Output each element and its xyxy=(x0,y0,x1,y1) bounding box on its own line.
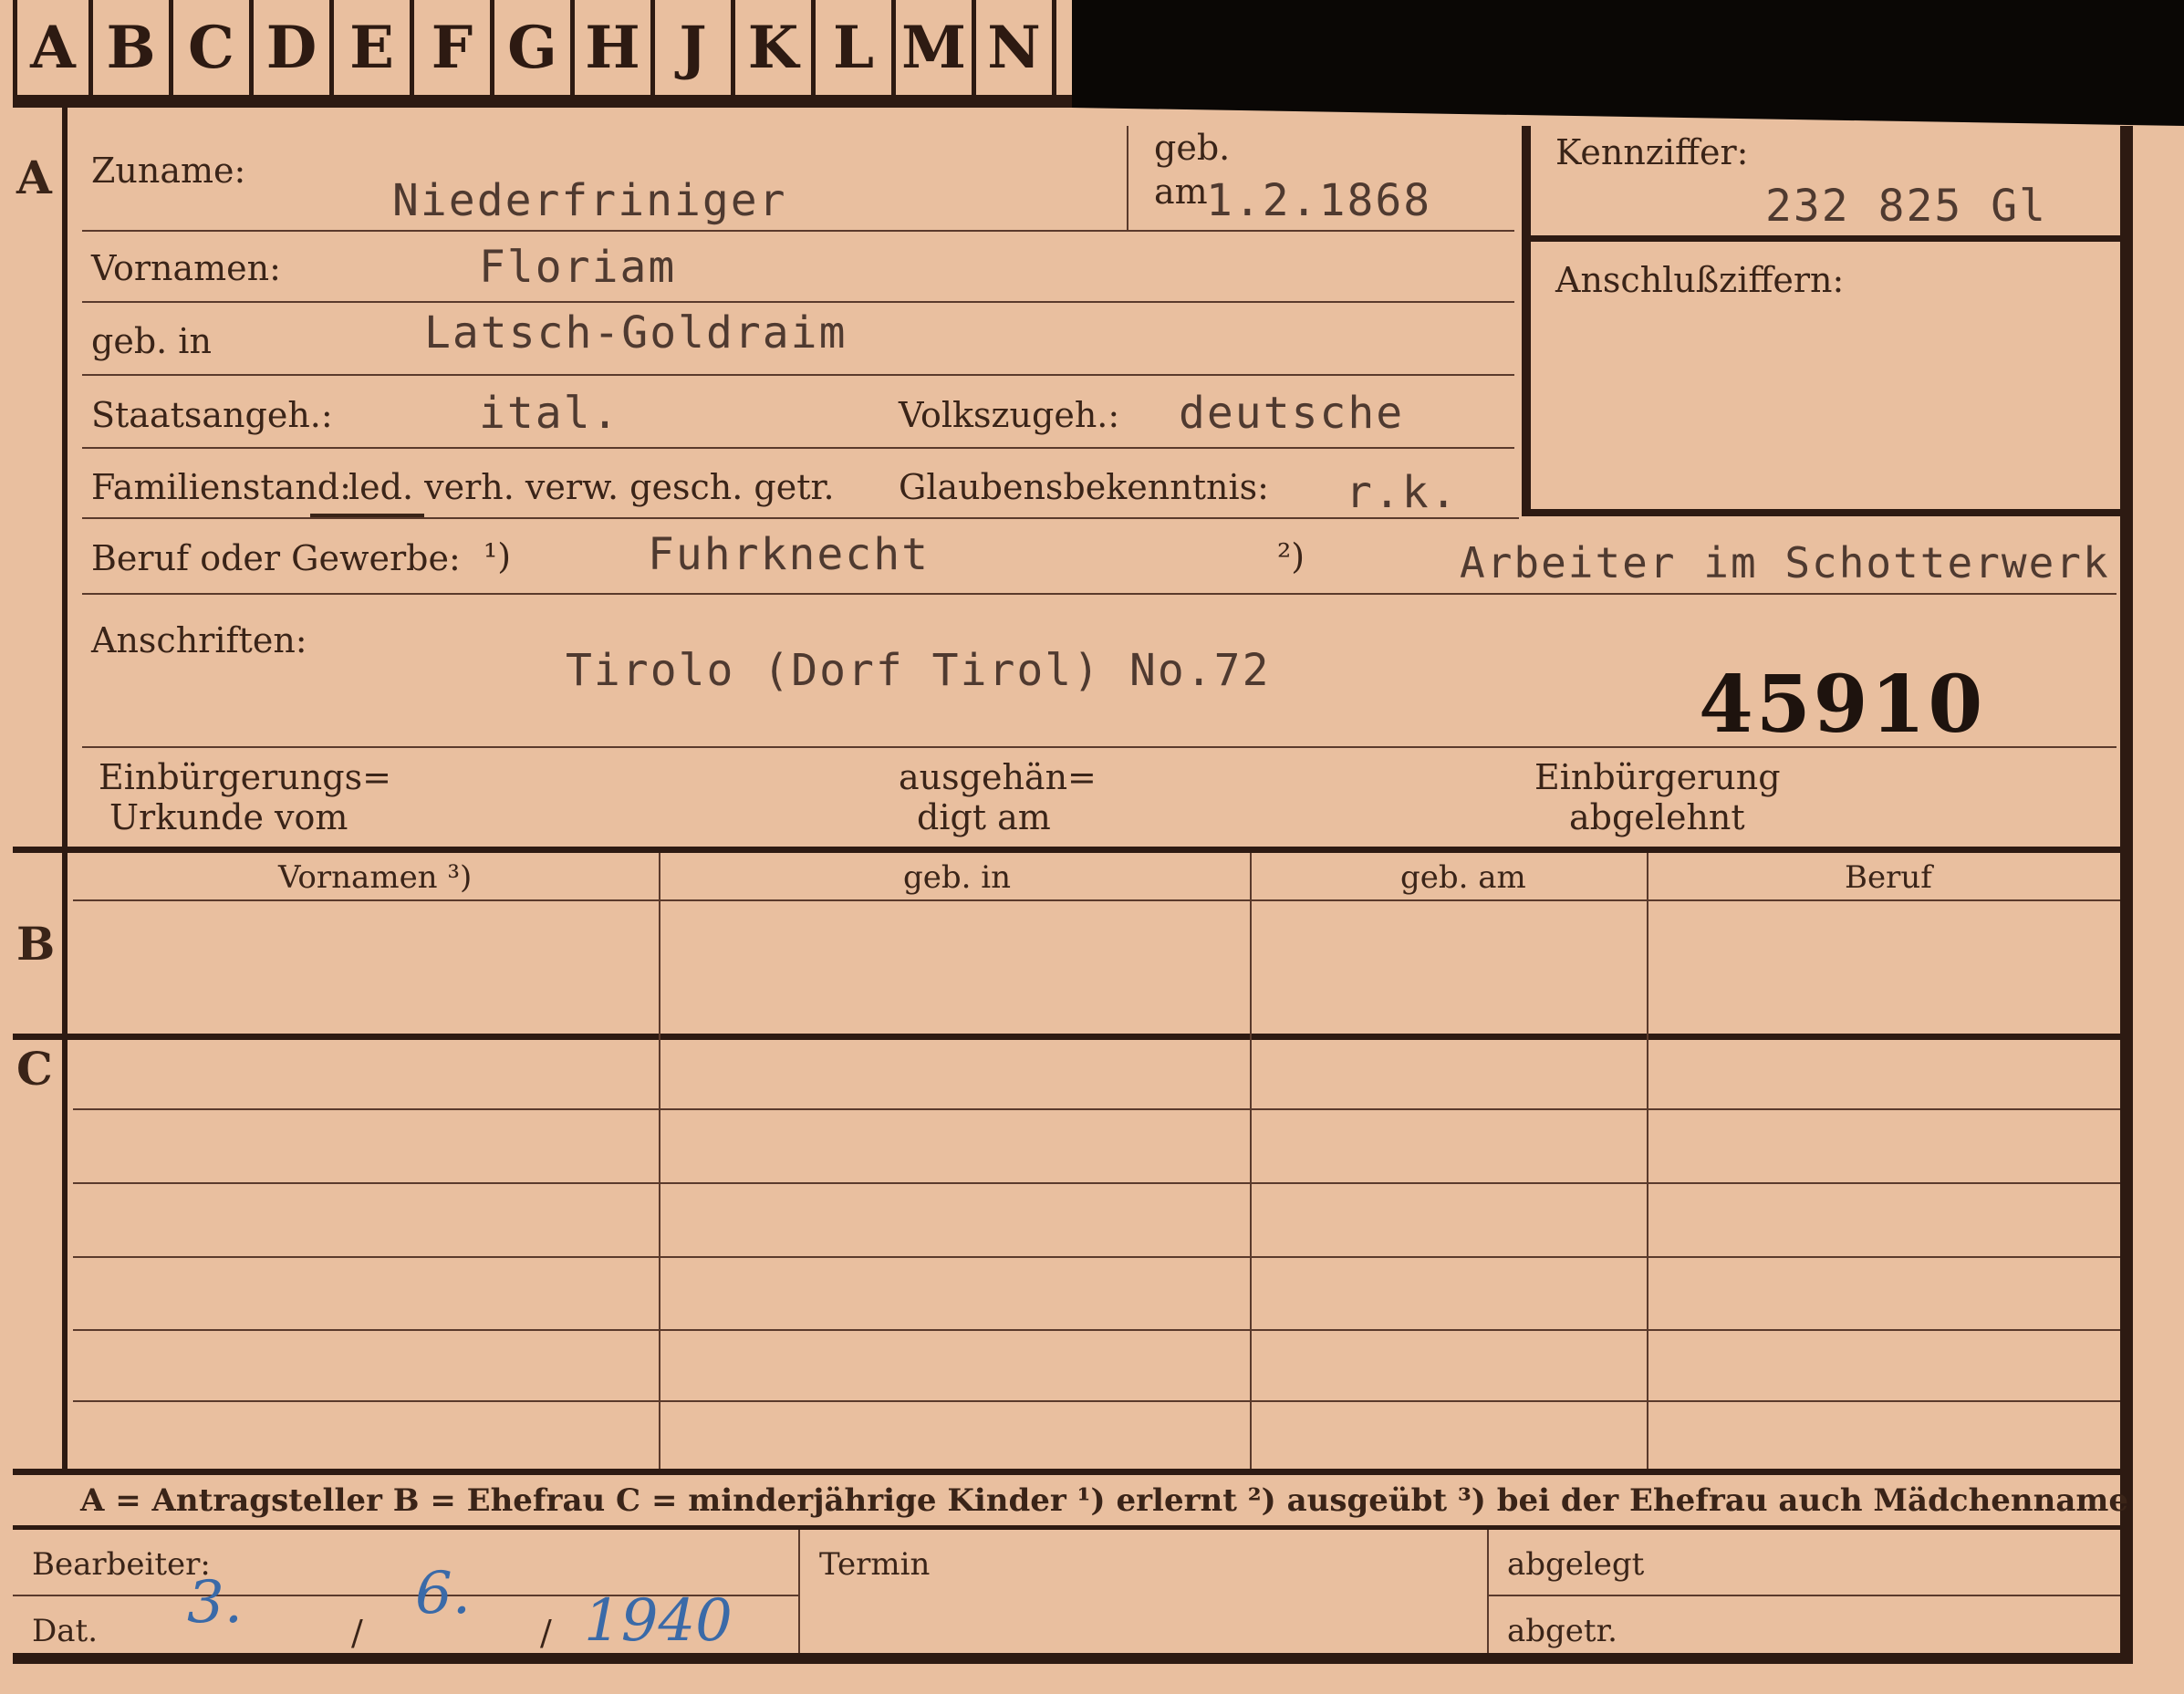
vornamen-value: Floriam xyxy=(479,242,677,293)
footer-divider xyxy=(1487,1530,1489,1653)
date-day-handwritten: 3. xyxy=(187,1569,244,1637)
section-a-letter: A xyxy=(16,151,52,204)
table-row-line xyxy=(73,1400,2120,1402)
legend-bottom xyxy=(13,1525,2120,1530)
tab-n[interactable]: N xyxy=(976,0,1056,95)
section-b-bottom xyxy=(13,1034,2120,1040)
kennziffer-box-left xyxy=(1522,126,1531,514)
beruf-label: Beruf oder Gewerbe: xyxy=(91,538,461,578)
familienstand-label: Familienstand: xyxy=(91,467,351,507)
einb-urkunde-label-1: Einbürgerungs= xyxy=(99,757,391,797)
date-separator: / xyxy=(540,1613,552,1653)
kennziffer-box-bottom xyxy=(1522,509,2120,516)
tab-e[interactable]: E xyxy=(334,0,414,95)
tab-m[interactable]: M xyxy=(896,0,976,95)
zuname-value: Niederfriniger xyxy=(392,175,787,226)
kennziffer-divider xyxy=(1531,235,2120,242)
col-header-geb-am: geb. am xyxy=(1400,859,1526,896)
section-b-letter: B xyxy=(16,917,56,971)
ausgehaendigt-label-2: digt am xyxy=(917,797,1051,837)
geb-am-divider xyxy=(1127,126,1128,230)
footer-divider xyxy=(798,1530,800,1653)
beruf-note-2: ²) xyxy=(1277,536,1305,577)
row-line xyxy=(82,301,1514,303)
familienstand-underline xyxy=(310,514,424,517)
section-c-bottom xyxy=(13,1469,2120,1475)
table-row-line xyxy=(73,1182,2120,1184)
left-border xyxy=(62,108,68,1471)
geb-am-label-1: geb. xyxy=(1154,128,1231,168)
table-row-line xyxy=(73,1108,2120,1110)
vornamen-label: Vornamen: xyxy=(91,248,281,288)
tab-c[interactable]: C xyxy=(173,0,254,95)
zuname-label: Zuname: xyxy=(91,151,246,191)
registration-card: A B C D E F G H J K L M N A B C Kennziff… xyxy=(0,0,2184,1694)
geb-am-label-2: am xyxy=(1154,171,1208,212)
card-bottom xyxy=(13,1653,2133,1664)
row-line xyxy=(82,517,1519,519)
termin-label: Termin xyxy=(819,1546,931,1583)
dat-label: Dat. xyxy=(32,1613,99,1649)
tab-h[interactable]: H xyxy=(575,0,655,95)
col-divider xyxy=(1250,853,1252,1469)
einb-urkunde-label-2: Urkunde vom xyxy=(109,797,348,837)
row-line xyxy=(82,374,1514,376)
bearbeiter-label: Bearbeiter: xyxy=(32,1546,211,1583)
volkszugeh-label: Volkszugeh.: xyxy=(899,395,1120,435)
col-header-beruf: Beruf xyxy=(1845,859,1932,896)
einb-abgelehnt-label-2: abgelehnt xyxy=(1569,797,1745,837)
abgetr-label: abgetr. xyxy=(1507,1613,1617,1649)
row-line xyxy=(82,593,2116,595)
tab-a[interactable]: A xyxy=(13,0,93,95)
row-line xyxy=(82,230,1514,232)
tab-f[interactable]: F xyxy=(414,0,494,95)
table-row-line xyxy=(73,1256,2120,1258)
col-header-geb-in: geb. in xyxy=(903,859,1012,896)
tab-b[interactable]: B xyxy=(93,0,173,95)
geb-am-value: 1.2.1868 xyxy=(1206,175,1432,226)
tab-k[interactable]: K xyxy=(735,0,816,95)
index-tabs: A B C D E F G H J K L M N xyxy=(13,0,1056,95)
tab-g[interactable]: G xyxy=(494,0,575,95)
abgelegt-label: abgelegt xyxy=(1507,1546,1645,1583)
glaubens-value: r.k. xyxy=(1346,467,1459,518)
einb-abgelehnt-label-1: Einbürgerung xyxy=(1534,757,1781,797)
glaubens-label: Glaubensbekenntnis: xyxy=(899,467,1269,507)
section-c-letter: C xyxy=(16,1042,53,1096)
kennziffer-value: 232 825 Gl xyxy=(1765,181,2047,232)
row-line xyxy=(82,447,1514,449)
tab-j[interactable]: J xyxy=(655,0,735,95)
table-header-line xyxy=(73,899,2120,901)
geb-in-value: Latsch-Goldraim xyxy=(424,307,848,359)
right-border xyxy=(2120,126,2133,1658)
staatsangeh-value: ital. xyxy=(479,388,620,439)
anschrift-value: Tirolo (Dorf Tirol) No.72 xyxy=(566,645,1271,696)
footer-line xyxy=(1489,1595,2120,1596)
anschlussziffern-label: Anschlußziffern: xyxy=(1555,260,1845,300)
staatsangeh-label: Staatsangeh.: xyxy=(91,395,333,435)
legend: A = Antragsteller B = Ehefrau C = minder… xyxy=(80,1482,2128,1519)
beruf-note-1: ¹) xyxy=(484,536,512,577)
tab-d[interactable]: D xyxy=(254,0,334,95)
col-divider xyxy=(659,853,660,1469)
date-month-handwritten: 6. xyxy=(415,1560,472,1627)
beruf-ausgeuebt-value: Arbeiter im Schotterwerk xyxy=(1460,538,2110,587)
tab-l[interactable]: L xyxy=(816,0,896,95)
anschriften-label: Anschriften: xyxy=(91,620,307,660)
geb-in-label: geb. in xyxy=(91,321,212,361)
file-number: 45910 xyxy=(1699,659,1986,751)
kennziffer-label: Kennziffer: xyxy=(1555,132,1749,172)
ausgehaendigt-label-1: ausgehän= xyxy=(899,757,1097,797)
date-separator: / xyxy=(351,1613,363,1653)
beruf-erlernt-value: Fuhrknecht xyxy=(648,529,930,580)
volkszugeh-value: deutsche xyxy=(1179,388,1405,439)
section-a-bottom xyxy=(13,847,2120,853)
familienstand-options: led. verh. verw. gesch. getr. xyxy=(348,467,835,507)
col-header-vornamen: Vornamen ³) xyxy=(278,859,473,896)
col-divider xyxy=(1647,853,1648,1469)
table-row-line xyxy=(73,1329,2120,1331)
date-year-handwritten: 1940 xyxy=(584,1587,733,1655)
tab-bottom-border xyxy=(13,95,1076,108)
